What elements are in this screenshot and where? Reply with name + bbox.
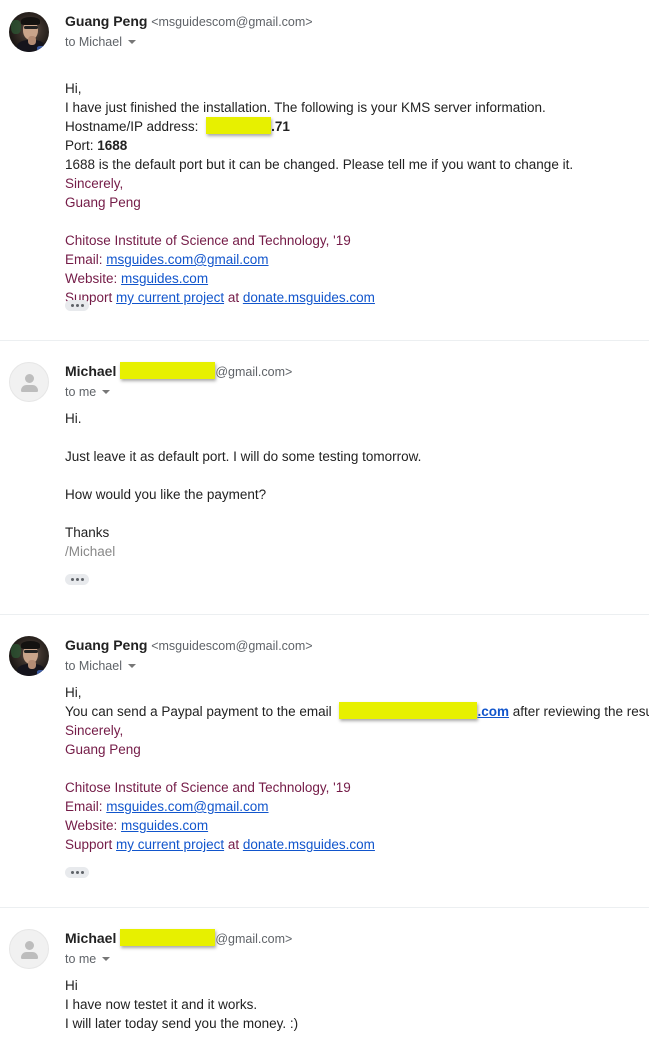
recipient-details-toggle[interactable]: to me xyxy=(65,950,111,968)
redacted-email xyxy=(120,362,216,379)
recipient-details-toggle[interactable]: to Michael xyxy=(65,657,136,675)
ip-suffix: .71 xyxy=(271,119,290,134)
email-message-3: Guang Peng <msguidescom@gmail.com> to Mi… xyxy=(0,615,649,907)
ellipsis-icon xyxy=(70,871,74,874)
port-line: Port: 1688 xyxy=(65,138,128,153)
body-line: Hi. xyxy=(65,411,82,426)
greeting: Hi, xyxy=(65,81,82,96)
sender-line: Michael @gmail.com> xyxy=(65,362,292,381)
sender-name[interactable]: Michael xyxy=(65,363,116,379)
sender-name[interactable]: Guang Peng xyxy=(65,637,147,653)
support-project-link[interactable]: my current project xyxy=(116,290,224,305)
signature-support: Support my current project at donate.msg… xyxy=(65,290,375,305)
sender-avatar[interactable] xyxy=(9,636,49,676)
body-line: I will later today send you the money. :… xyxy=(65,1016,299,1031)
message-body: Hi I have now testet it and it works. I … xyxy=(65,976,298,1033)
redacted-email xyxy=(120,929,216,946)
signature-email-link[interactable]: msguides.com@gmail.com xyxy=(106,252,268,267)
body-line: /Michael xyxy=(65,544,116,559)
person-icon xyxy=(25,374,34,383)
greeting: Hi, xyxy=(65,685,82,700)
closing: Sincerely, xyxy=(65,176,124,191)
chevron-down-icon xyxy=(102,957,111,961)
sender-name[interactable]: Guang Peng xyxy=(65,13,147,29)
recipient-label: to me xyxy=(65,385,97,399)
person-icon xyxy=(25,941,34,950)
sender-avatar[interactable] xyxy=(9,929,49,969)
recipient-label: to Michael xyxy=(65,659,122,673)
sender-line: Michael @gmail.com> xyxy=(65,929,292,948)
email-message-4: Michael @gmail.com> to me Hi I have now t… xyxy=(0,908,649,1044)
support-project-link[interactable]: my current project xyxy=(116,837,224,852)
show-trimmed-content-button[interactable] xyxy=(65,574,89,585)
chevron-down-icon xyxy=(127,664,136,668)
sender-email: <msguidescom@gmail.com> xyxy=(151,15,313,29)
show-trimmed-content-button[interactable] xyxy=(65,300,89,311)
port-value: 1688 xyxy=(97,138,128,153)
sender-avatar[interactable] xyxy=(9,12,49,52)
sender-email-suffix: @gmail.com> xyxy=(215,932,293,946)
signature-support: Support my current project at donate.msg… xyxy=(65,837,375,852)
show-trimmed-content-button[interactable] xyxy=(65,867,89,878)
body-line: I have now testet it and it works. xyxy=(65,997,258,1012)
signature-website-link[interactable]: msguides.com xyxy=(121,818,208,833)
chevron-down-icon xyxy=(127,40,136,44)
signature-email: Email: msguides.com@gmail.com xyxy=(65,799,269,814)
signature-website: Website: msguides.com xyxy=(65,818,209,833)
sender-line: Guang Peng <msguidescom@gmail.com> xyxy=(65,636,313,655)
recipient-label: to Michael xyxy=(65,35,122,49)
ellipsis-icon xyxy=(70,578,74,581)
redacted-email xyxy=(339,702,478,719)
message-body: Hi, You can send a Paypal payment to the… xyxy=(65,683,649,854)
recipient-details-toggle[interactable]: to Michael xyxy=(65,33,136,51)
signature-website: Website: msguides.com xyxy=(65,271,209,286)
recipient-details-toggle[interactable]: to me xyxy=(65,383,111,401)
sign-name: Guang Peng xyxy=(65,742,141,757)
sender-email-suffix: @gmail.com> xyxy=(215,365,293,379)
body-line: Thanks xyxy=(65,525,110,540)
chevron-down-icon xyxy=(102,390,111,394)
signature-email-link[interactable]: msguides.com@gmail.com xyxy=(106,799,268,814)
body-line: How would you like the payment? xyxy=(65,487,267,502)
ellipsis-icon xyxy=(70,304,74,307)
email-message-2: Michael @gmail.com> to me Hi. Just leave … xyxy=(0,341,649,614)
sender-name[interactable]: Michael xyxy=(65,930,116,946)
ip-line: Hostname/IP address: .71 xyxy=(65,117,290,134)
redacted-ip xyxy=(206,117,272,134)
sender-line: Guang Peng <msguidescom@gmail.com> xyxy=(65,12,313,31)
sender-avatar[interactable] xyxy=(9,362,49,402)
signature-website-link[interactable]: msguides.com xyxy=(121,271,208,286)
body-line: I have just finished the installation. T… xyxy=(65,100,546,115)
message-body: Hi. Just leave it as default port. I wil… xyxy=(65,409,421,561)
signature-institute: Chitose Institute of Science and Technol… xyxy=(65,780,351,795)
paypal-line: You can send a Paypal payment to the ema… xyxy=(65,702,649,719)
signature-email: Email: msguides.com@gmail.com xyxy=(65,252,269,267)
donate-link[interactable]: donate.msguides.com xyxy=(243,290,375,305)
closing: Sincerely, xyxy=(65,723,124,738)
body-line: Just leave it as default port. I will do… xyxy=(65,449,422,464)
signature-institute: Chitose Institute of Science and Technol… xyxy=(65,233,351,248)
donate-link[interactable]: donate.msguides.com xyxy=(243,837,375,852)
email-message-1: Guang Peng <msguidescom@gmail.com> to Mi… xyxy=(0,0,649,340)
body-line: 1688 is the default port but it can be c… xyxy=(65,157,574,172)
message-body: Hi, I have just finished the installatio… xyxy=(65,79,573,307)
sender-email: <msguidescom@gmail.com> xyxy=(151,639,313,653)
body-line: Hi xyxy=(65,978,78,993)
sign-name: Guang Peng xyxy=(65,195,141,210)
paypal-email-link[interactable]: .com xyxy=(477,704,509,719)
recipient-label: to me xyxy=(65,952,97,966)
